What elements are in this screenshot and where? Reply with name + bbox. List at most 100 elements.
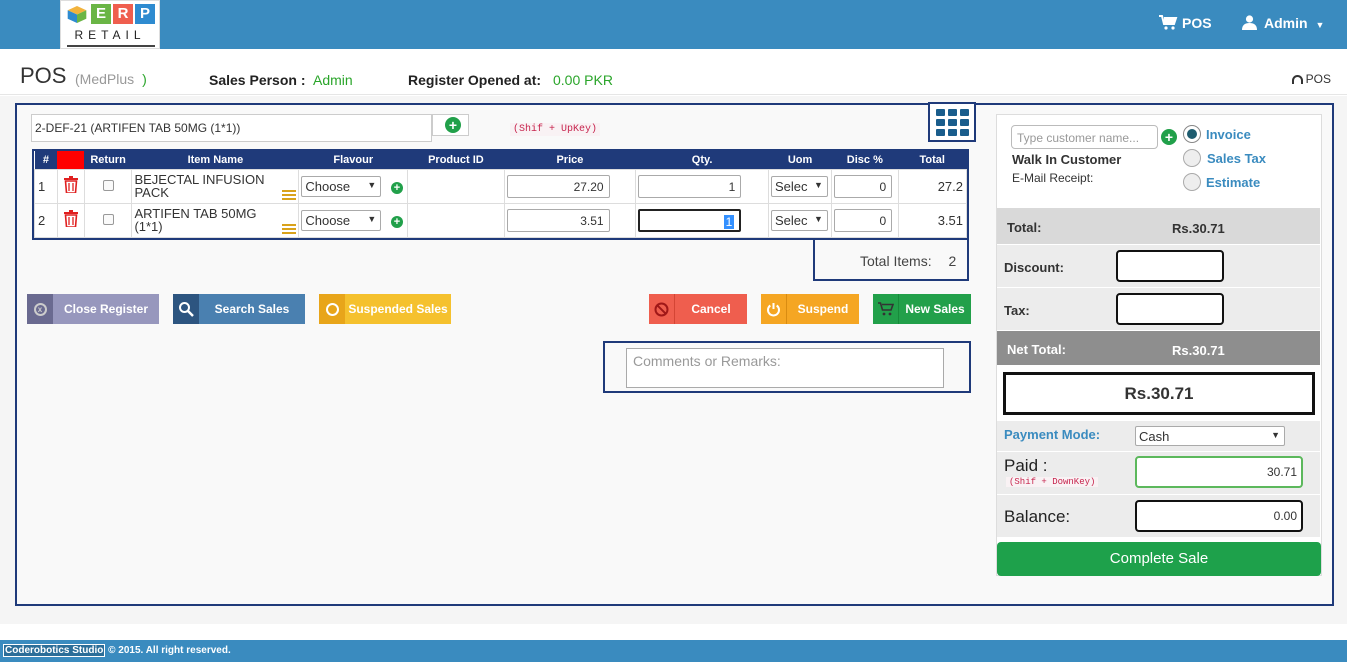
net-total-label: Net Total:: [1007, 342, 1066, 357]
row-number: 1: [34, 168, 58, 204]
search-sales-label: Search Sales: [214, 302, 290, 316]
suspend-button[interactable]: Suspend: [761, 294, 859, 324]
paid-input[interactable]: 30.71: [1135, 456, 1303, 488]
total-items: Total Items: 2: [813, 240, 969, 281]
col-qty: Qty.: [635, 151, 769, 169]
item-details-icon[interactable]: [282, 189, 297, 200]
product-id-cell: [407, 168, 505, 204]
discount-label: Discount:: [1004, 260, 1064, 275]
disc-cell: 0: [831, 202, 899, 238]
qty-input[interactable]: 1: [638, 174, 742, 198]
breadcrumb-pos[interactable]: POS: [1306, 72, 1331, 86]
product-grid-button[interactable]: [928, 102, 976, 142]
tax-input[interactable]: [1116, 293, 1224, 325]
radio-sales-tax[interactable]: [1183, 149, 1201, 167]
add-flavour-icon[interactable]: +: [390, 215, 403, 228]
total-items-label: Total Items:: [860, 253, 932, 269]
uom-select[interactable]: Selec ▼: [770, 175, 828, 197]
return-checkbox[interactable]: [102, 179, 114, 191]
balance-input[interactable]: 0.00: [1135, 500, 1303, 532]
radio-invoice[interactable]: [1183, 125, 1201, 143]
register-opened-label: Register Opened at:: [408, 72, 542, 88]
select-arrow-icon: ▼: [814, 213, 823, 224]
add-flavour-icon[interactable]: +: [390, 181, 403, 194]
comments-panel: Comments or Remarks:: [603, 341, 971, 393]
close-register-button[interactable]: x Close Register: [27, 294, 159, 324]
footer-company-link[interactable]: Coderobotics Studio: [3, 644, 106, 657]
register-opened-value: 0.00 PKR: [553, 72, 613, 88]
sales-person-label: Sales Person :: [209, 72, 306, 88]
discount-input[interactable]: [1116, 250, 1224, 282]
qty-input[interactable]: 1: [638, 208, 742, 232]
select-arrow-icon: ▼: [1271, 430, 1280, 440]
comments-textarea[interactable]: Comments or Remarks:: [626, 348, 944, 388]
logo-cube-icon: [67, 6, 87, 23]
cancel-button[interactable]: Cancel: [649, 294, 747, 324]
disc-cell: 0: [831, 168, 899, 204]
radio-estimate[interactable]: [1183, 173, 1201, 191]
delete-row-button[interactable]: [56, 168, 85, 204]
new-sales-button[interactable]: New Sales: [873, 294, 971, 324]
suspend-label: Suspend: [797, 302, 849, 316]
complete-sale-button[interactable]: Complete Sale: [997, 542, 1321, 576]
col-number: #: [34, 151, 58, 169]
uom-select-value: Selec: [774, 178, 808, 194]
product-id-cell: [407, 202, 505, 238]
logo-letter-e: E: [91, 4, 111, 24]
suspended-sales-button[interactable]: Suspended Sales: [319, 294, 451, 324]
erp-retail-logo[interactable]: E R P RETAIL: [60, 0, 160, 49]
payment-mode-value: Cash: [1139, 429, 1170, 444]
delete-row-button[interactable]: [56, 202, 85, 238]
cart-icon: [1159, 15, 1178, 30]
uom-select[interactable]: Selec ▼: [770, 209, 828, 231]
row-number: 2: [34, 202, 58, 238]
logo-letter-r: R: [113, 4, 133, 24]
price-input[interactable]: 3.51: [506, 208, 610, 232]
search-sales-button[interactable]: Search Sales: [173, 294, 305, 324]
nav-user-menu[interactable]: Admin ▼: [1242, 15, 1324, 31]
add-customer-icon[interactable]: +: [1161, 129, 1177, 145]
uom-select-value: Selec: [774, 212, 808, 228]
table-row: 2 ARTIFEN TAB 50MG (1*1) Choose ▼ + 3.51 …: [34, 202, 968, 238]
trash-icon: [63, 176, 78, 193]
col-uom: Uom: [768, 151, 832, 169]
customer-search-input[interactable]: Type customer name...: [1011, 125, 1158, 149]
nav-pos-label: POS: [1182, 15, 1212, 31]
flavour-select[interactable]: Choose ▼: [301, 175, 382, 197]
item-name-cell: BEJECTAL INFUSION PACK: [131, 168, 300, 204]
item-details-icon[interactable]: [282, 223, 297, 234]
total-label: Total:: [1007, 220, 1042, 235]
plus-circle-icon: +: [445, 117, 461, 133]
logo-letter-p: P: [135, 4, 155, 24]
add-product-button[interactable]: +: [432, 114, 469, 136]
radio-estimate-label: Estimate: [1206, 175, 1261, 190]
disc-input[interactable]: 0: [834, 208, 893, 232]
nav-pos-link[interactable]: POS: [1159, 15, 1212, 31]
uom-cell: Selec ▼: [767, 168, 833, 204]
select-arrow-icon: ▼: [367, 213, 377, 224]
price-input[interactable]: 27.20: [506, 174, 610, 198]
balance-label: Balance:: [1004, 507, 1071, 526]
col-price: Price: [504, 151, 636, 169]
radio-invoice-label: Invoice: [1206, 127, 1251, 142]
grand-total-display: Rs.30.71: [1003, 372, 1315, 415]
new-sales-label: New Sales: [905, 302, 965, 316]
caret-down-icon: ▼: [1315, 20, 1325, 30]
sales-person-value: Admin: [313, 72, 353, 88]
cart-icon: [873, 294, 899, 324]
row-total: 3.51: [897, 202, 968, 238]
product-search-input[interactable]: 2-DEF-21 (ARTIFEN TAB 50MG (1*1)): [31, 114, 432, 142]
flavour-select[interactable]: Choose ▼: [301, 209, 382, 231]
col-total: Total: [898, 151, 967, 169]
col-disc: Disc %: [831, 151, 899, 169]
payment-mode-select[interactable]: Cash ▼: [1135, 426, 1285, 446]
gauge-icon: [1291, 75, 1303, 84]
logo-underline: [67, 45, 155, 47]
return-checkbox[interactable]: [102, 213, 114, 225]
radio-sales-tax-label: Sales Tax: [1207, 151, 1267, 166]
nav-user-label: Admin: [1264, 15, 1308, 31]
disc-input[interactable]: 0: [834, 174, 893, 198]
qty-cell: 1: [635, 168, 769, 204]
col-product-id: Product ID: [407, 151, 505, 169]
col-flavour: Flavour: [298, 151, 408, 169]
